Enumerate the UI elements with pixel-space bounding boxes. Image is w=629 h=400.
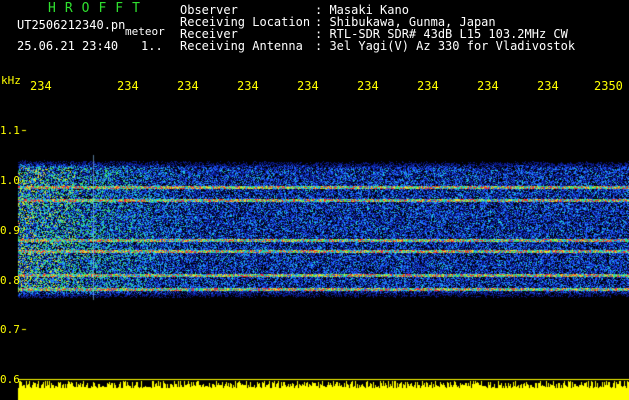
timestamp: 25.06.21 23:40 xyxy=(17,39,119,53)
y-tick-label: 0.6 xyxy=(0,373,20,386)
x-tick-label: 234 xyxy=(177,79,199,93)
spectrogram-plot xyxy=(0,100,629,400)
count-label: 1.. xyxy=(141,39,163,53)
x-tick-label: 234 xyxy=(30,79,52,93)
y-tick-label: 1.1 xyxy=(0,124,20,137)
x-tick-label: 234 xyxy=(117,79,139,93)
x-tick-label: 234 xyxy=(237,79,259,93)
info-label-antenna: Receiving Antenna xyxy=(180,39,303,53)
y-tick-label: 1.0 xyxy=(0,174,20,187)
x-tick-label: 234 xyxy=(537,79,559,93)
y-tick-label: 0.9 xyxy=(0,224,20,237)
x-tick-label: 234 xyxy=(297,79,319,93)
info-value-antenna: : 3el Yagi(V) Az 330 for Vladivostok xyxy=(315,39,576,53)
y-tick-label: 0.7 xyxy=(0,323,20,336)
x-tick-label: 234 xyxy=(477,79,499,93)
app-brand: HROFFT xyxy=(48,1,149,16)
x-tick-label: 2350 xyxy=(594,79,623,93)
x-tick-label: 234 xyxy=(357,79,379,93)
x-tick-label: 234 xyxy=(417,79,439,93)
meteor-tag: meteor xyxy=(125,25,165,38)
file-name: UT2506212340.pn xyxy=(17,18,126,32)
unit-label: kHz xyxy=(1,74,21,87)
y-tick-label: 0.8 xyxy=(0,274,20,287)
hrofft-window: HROFFT UT2506212340.pn meteor 25.06.21 2… xyxy=(0,0,629,400)
